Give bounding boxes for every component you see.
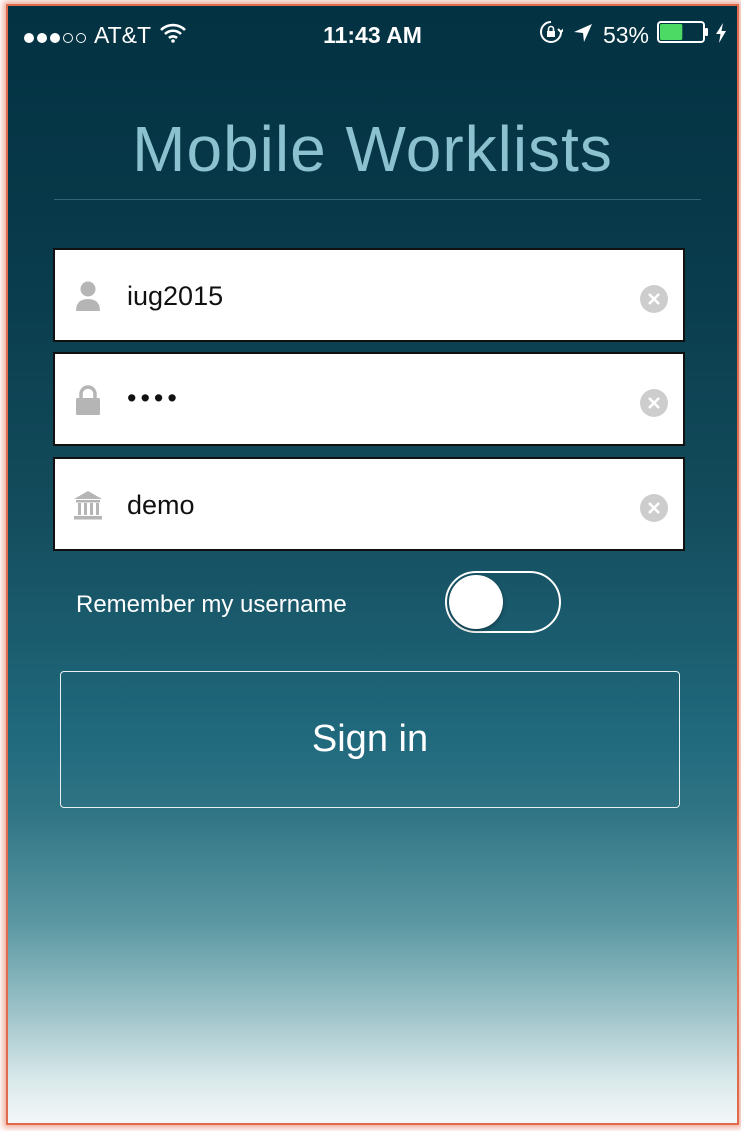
toggle-knob[interactable]: [449, 575, 503, 629]
battery-icon: [657, 21, 711, 49]
sign-in-button[interactable]: Sign in: [60, 671, 680, 808]
close-icon: [648, 397, 660, 409]
charging-bolt-icon: [715, 22, 727, 49]
remember-username-toggle[interactable]: [445, 571, 561, 633]
username-field[interactable]: iug2015: [53, 248, 685, 342]
institution-field[interactable]: demo: [53, 457, 685, 551]
clear-institution-button[interactable]: [640, 494, 668, 522]
app-title: Mobile Worklists: [132, 113, 613, 185]
password-value: ••••: [127, 383, 181, 413]
battery-fill: [660, 24, 683, 40]
close-icon: [648, 502, 660, 514]
phone-screen: AT&T 11:43 AM 53% Mobile Worklists iug20…: [6, 4, 739, 1125]
clear-username-button[interactable]: [640, 285, 668, 313]
rotation-lock-icon: [539, 20, 565, 50]
close-icon: [648, 293, 660, 305]
location-arrow-icon: [573, 22, 593, 49]
title-divider: [54, 199, 701, 200]
screenshot-frame: AT&T 11:43 AM 53% Mobile Worklists iug20…: [0, 0, 741, 1131]
status-right: 53%: [539, 20, 727, 50]
remember-username-label: Remember my username: [76, 591, 347, 618]
user-icon: [73, 280, 103, 312]
password-field[interactable]: ••••: [53, 352, 685, 446]
institution-value: demo: [127, 490, 195, 520]
institution-icon: [73, 489, 103, 521]
lock-icon: [73, 384, 103, 416]
clear-password-button[interactable]: [640, 389, 668, 417]
username-value: iug2015: [127, 281, 224, 311]
battery-percent: 53%: [602, 21, 649, 48]
status-bar: AT&T 11:43 AM 53%: [8, 6, 737, 66]
